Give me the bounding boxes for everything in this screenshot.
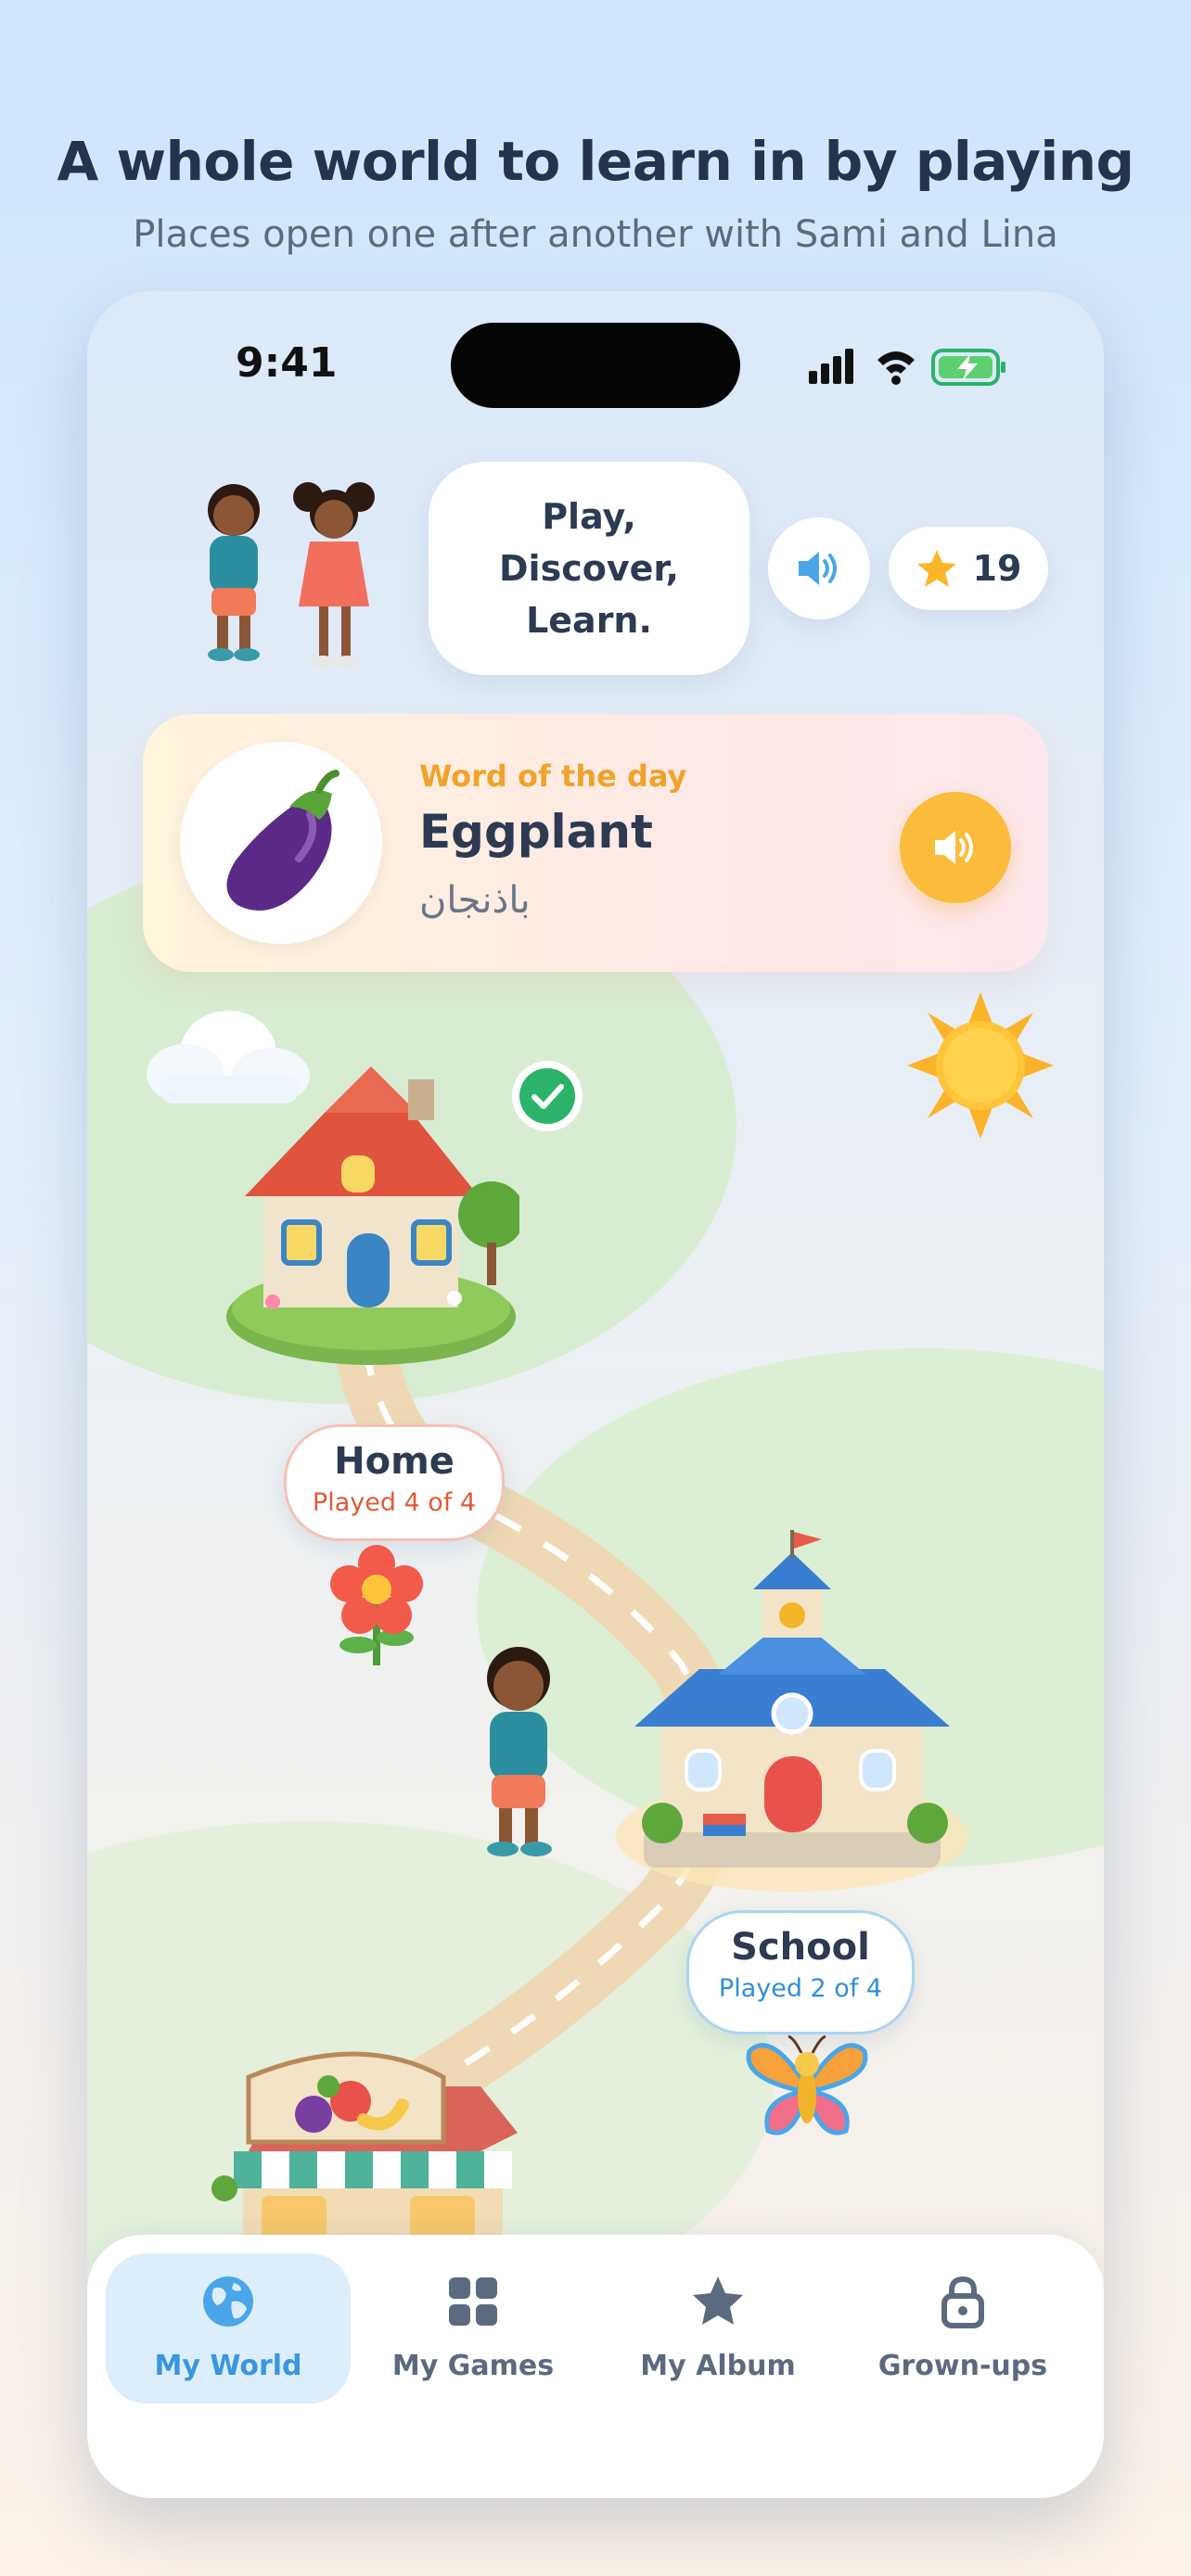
boy-mascot — [487, 1647, 552, 1856]
nav-label: My Album — [640, 2350, 796, 2382]
place-progress: Played 2 of 4 — [718, 1974, 883, 2003]
status-icons — [809, 349, 1005, 386]
word-arabic: باذنجان — [419, 879, 531, 922]
bottom-navigation: My World My Games My Album Grown-ups — [87, 2235, 1104, 2498]
place-name: Home — [334, 1440, 455, 1483]
nav-tab-my-album[interactable]: My Album — [596, 2253, 840, 2404]
butterfly-icon — [746, 2034, 868, 2136]
nav-label: My World — [154, 2350, 302, 2382]
nav-tab-grown-ups[interactable]: Grown-ups — [840, 2253, 1085, 2404]
star-counter[interactable]: 19 — [889, 527, 1048, 610]
nav-tab-my-world[interactable]: My World — [106, 2253, 351, 2404]
cellular-signal-icon — [809, 349, 853, 384]
word-english: Eggplant — [419, 805, 653, 859]
fruit-shop-place-icon[interactable] — [211, 2049, 527, 2235]
promo-headline: A whole world to learn in by playing — [57, 130, 1134, 193]
word-image — [180, 742, 382, 944]
promo-subline: Places open one after another with Sami … — [133, 213, 1058, 256]
wifi-icon — [877, 351, 915, 385]
eggplant-icon — [226, 770, 339, 912]
nav-label: My Games — [391, 2350, 555, 2382]
speaker-icon — [935, 831, 973, 864]
phone-screen: 9:41 Play, Discover, Learn. 19 Word of t… — [87, 291, 1104, 2498]
star-icon — [693, 2276, 743, 2325]
star-icon — [916, 550, 956, 587]
girl-mascot — [293, 482, 375, 669]
home-place-icon[interactable] — [223, 1066, 519, 1372]
nav-label: Grown-ups — [877, 2350, 1048, 2382]
word-of-the-day-label: Word of the day — [419, 759, 687, 794]
star-count: 19 — [972, 548, 1022, 589]
dynamic-island — [451, 323, 740, 408]
nav-tab-my-games[interactable]: My Games — [351, 2253, 596, 2404]
sun-icon — [907, 992, 1054, 1139]
place-progress: Played 4 of 4 — [312, 1488, 477, 1517]
flower-icon — [330, 1545, 423, 1665]
word-speak-button[interactable] — [900, 792, 1011, 903]
globe-icon — [203, 2276, 253, 2327]
boy-mascot — [208, 484, 260, 661]
place-name: School — [731, 1926, 870, 1969]
speaker-icon — [799, 552, 837, 585]
speech-bubble: Play, Discover, Learn. — [429, 462, 749, 675]
school-place-icon[interactable] — [607, 1530, 968, 1901]
place-label-home[interactable]: Home Played 4 of 4 — [284, 1424, 505, 1541]
lock-icon — [941, 2276, 984, 2328]
completed-check-icon — [512, 1061, 583, 1131]
speak-button[interactable] — [768, 517, 870, 619]
battery-charging-icon — [931, 349, 1005, 386]
word-of-the-day-card[interactable]: Word of the day Eggplant باذنجان — [143, 714, 1048, 972]
status-time: 9:41 — [236, 339, 338, 387]
grid-icon — [449, 2277, 497, 2326]
speech-bubble-text: Play, Discover, Learn. — [499, 496, 679, 641]
place-label-school[interactable]: School Played 2 of 4 — [686, 1910, 915, 2034]
